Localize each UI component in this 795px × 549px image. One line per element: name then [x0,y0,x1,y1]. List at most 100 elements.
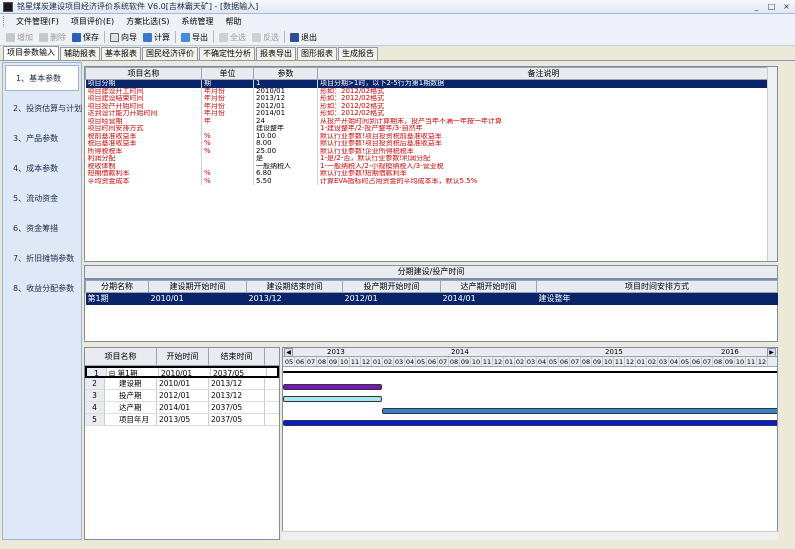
table-row[interactable]: 利润分配 是 1-是/2-否，默认行业参数!利润分配 [85,155,770,163]
param-note-cell[interactable]: 1-一般纳税人/2-小规模纳税人/3-营业税 [317,162,770,170]
table-row[interactable]: 达到设计能力开始时间 年月份 2014/01 形如：2012/02格式 [85,110,770,118]
gantt-bar-phase[interactable] [283,371,777,373]
phase-header-prod-start[interactable]: 投产期开始时间 [342,280,441,293]
phase-cell[interactable]: 2012/01 [342,292,441,305]
gantt-task-start[interactable]: 2012/01 [157,390,209,401]
params-header-note[interactable]: 备注说明 [317,67,770,80]
table-row[interactable]: 项目分期期 1 项目分期>1时，以下2-5行为第1期数据 [85,79,770,88]
sidebar-item-investment[interactable]: 2、投资估算与计划 [3,93,82,123]
param-unit-cell[interactable]: % [201,132,254,140]
tab-national-eval[interactable]: 国民经济评价 [142,47,198,60]
params-header-name[interactable]: 项目名称 [85,67,202,80]
gantt-task-row[interactable]: 1 ⊟ 第1期 2010/01 2037/05 [85,366,279,378]
param-name-cell[interactable]: 项目投产开始时间 [85,102,202,110]
table-row[interactable]: 平均资金成本% 5.50 计算EVA指标时占用资金的平均成本率，默认5.5% [85,177,770,185]
param-unit-cell[interactable]: 年月份 [201,102,254,110]
phase-cell[interactable]: 建设整年 [536,292,778,305]
gantt-header-name[interactable]: 项目名称 [85,348,157,365]
export-button[interactable]: 导出 [178,32,211,43]
gantt-header-end[interactable]: 结束时间 [209,348,265,365]
param-name-cell[interactable]: 平均资金成本 [85,177,202,185]
gantt-scroll-left-icon[interactable]: ◀ [284,348,293,357]
table-row[interactable]: 税前基准收益率% 10.00 默认行业参数!项目投资税前基准收益率 [85,132,770,140]
phase-cell[interactable]: 2010/01 [148,292,247,305]
gantt-bar-construction[interactable] [283,384,382,390]
sidebar-item-working-capital[interactable]: 5、流动资金 [3,183,81,213]
param-unit-cell[interactable] [201,155,254,163]
gantt-task-name[interactable]: 达产期 [105,402,157,413]
sidebar-item-financing[interactable]: 6、资金筹措 [3,213,81,243]
param-unit-cell[interactable]: 年月份 [201,95,254,103]
wizard-button[interactable]: 向导 [107,32,140,43]
table-row[interactable]: 税后基准收益率% 8.00 默认行业参数!项目投资税后基准收益率 [85,140,770,148]
param-note-cell[interactable]: 从投产开始时间到计算期末，投产当年不满一年按一年计算 [317,117,770,125]
param-value-cell[interactable]: 10.00 [253,132,318,140]
param-note-cell[interactable]: 项目分期>1时，以下2-5行为第1期数据 [317,79,770,88]
gantt-bar-project[interactable] [283,420,777,426]
param-unit-cell[interactable]: % [201,147,254,155]
param-value-cell[interactable]: 25.00 [253,147,318,155]
param-note-cell[interactable]: 1-是/2-否，默认行业参数!利润分配 [317,155,770,163]
param-name-cell[interactable]: 短期借款利率 [85,170,202,178]
param-unit-cell[interactable]: 年月份 [201,87,254,95]
param-value-cell[interactable]: 1 [253,79,318,88]
tab-generate-report[interactable]: 生成报告 [338,47,378,60]
param-unit-cell[interactable]: 年 [201,117,254,125]
maximize-icon[interactable]: □ [765,1,778,12]
table-row[interactable]: 税收体制 一般纳税人 1-一般纳税人/2-小规模纳税人/3-营业税 [85,162,770,170]
param-note-cell[interactable]: 默认行业参数!项目投资税前基准收益率 [317,132,770,140]
tab-basic-reports[interactable]: 基本报表 [101,47,141,60]
param-note-cell[interactable]: 默认行业参数!企业所得税税率 [317,147,770,155]
param-note-cell[interactable]: 形如：2012/02格式 [317,102,770,110]
phase-header-arrangement[interactable]: 项目时间安排方式 [536,280,778,293]
phase-cell[interactable]: 第1期 [85,292,149,305]
gantt-task-row[interactable]: 4 达产期 2014/01 2037/05 [85,402,279,414]
exit-button[interactable]: 退出 [287,32,320,43]
gantt-task-end[interactable]: 2037/05 [209,414,265,425]
phase-cell[interactable]: 2013/12 [246,292,343,305]
param-name-cell[interactable]: 项目时间安排方式 [85,125,202,133]
tab-report-export[interactable]: 报表导出 [256,47,296,60]
table-row[interactable]: 短期借款利率% 6.80 默认行业参数!短期借款利率 [85,170,770,178]
param-value-cell[interactable]: 6.80 [253,170,318,178]
calculate-button[interactable]: 计算 [140,32,173,43]
table-row[interactable]: 项目投产开始时间 年月份 2012/01 形如：2012/02格式 [85,102,770,110]
menu-compare[interactable]: 方案比选(S) [120,16,175,27]
sidebar-item-cost[interactable]: 4、成本参数 [3,153,81,183]
gantt-header-start[interactable]: 开始时间 [157,348,209,365]
gantt-task-row[interactable]: 3 投产期 2012/01 2013/12 [85,390,279,402]
gantt-task-end[interactable]: 2037/05 [211,368,267,376]
param-name-cell[interactable]: 税后基准收益率 [85,140,202,148]
param-note-cell[interactable]: 默认行业参数!短期借款利率 [317,170,770,178]
table-row[interactable]: 所得税税率% 25.00 默认行业参数!企业所得税税率 [85,147,770,155]
param-unit-cell[interactable]: % [201,140,254,148]
select-all-button[interactable]: 全选 [216,32,249,43]
param-name-cell[interactable]: 所得税税率 [85,147,202,155]
param-name-cell[interactable]: 项目建设开工时间 [85,87,202,95]
param-value-cell[interactable]: 24 [253,117,318,125]
sidebar-item-product[interactable]: 3、产品参数 [3,123,81,153]
table-row[interactable]: 项目时间安排方式 建设整年 1-建设整年/2-投产整年/3-自然年 [85,125,770,133]
param-value-cell[interactable]: 2014/01 [253,110,318,118]
param-note-cell[interactable]: 1-建设整年/2-投产整年/3-自然年 [317,125,770,133]
param-name-cell[interactable]: 达到设计能力开始时间 [85,110,202,118]
param-name-cell[interactable]: 项目经营期 [85,117,202,125]
tab-aux-reports[interactable]: 辅助报表 [60,47,100,60]
gantt-task-name[interactable]: 投产期 [105,390,157,401]
sidebar-item-depreciation[interactable]: 7、折旧摊销参数 [3,243,81,273]
param-value-cell[interactable]: 2012/01 [253,102,318,110]
gantt-task-name[interactable]: 建设期 [105,378,157,389]
tab-params-input[interactable]: 项目参数输入 [3,46,59,60]
param-value-cell[interactable]: 5.50 [253,177,318,185]
add-button[interactable]: 增加 [3,32,36,43]
param-note-cell[interactable]: 形如：2012/02格式 [317,110,770,118]
param-unit-cell[interactable] [201,162,254,170]
param-unit-cell[interactable]: % [201,177,254,185]
param-value-cell[interactable]: 是 [253,155,318,163]
menu-help[interactable]: 帮助 [219,16,247,27]
param-value-cell[interactable]: 2010/01 [253,87,318,95]
sidebar-item-basic-params[interactable]: 1、基本参数 [5,65,79,91]
gantt-task-row[interactable]: 2 建设期 2010/01 2013/12 [85,378,279,390]
gantt-task-start[interactable]: 2013/05 [157,414,209,425]
param-value-cell[interactable]: 一般纳税人 [253,162,318,170]
